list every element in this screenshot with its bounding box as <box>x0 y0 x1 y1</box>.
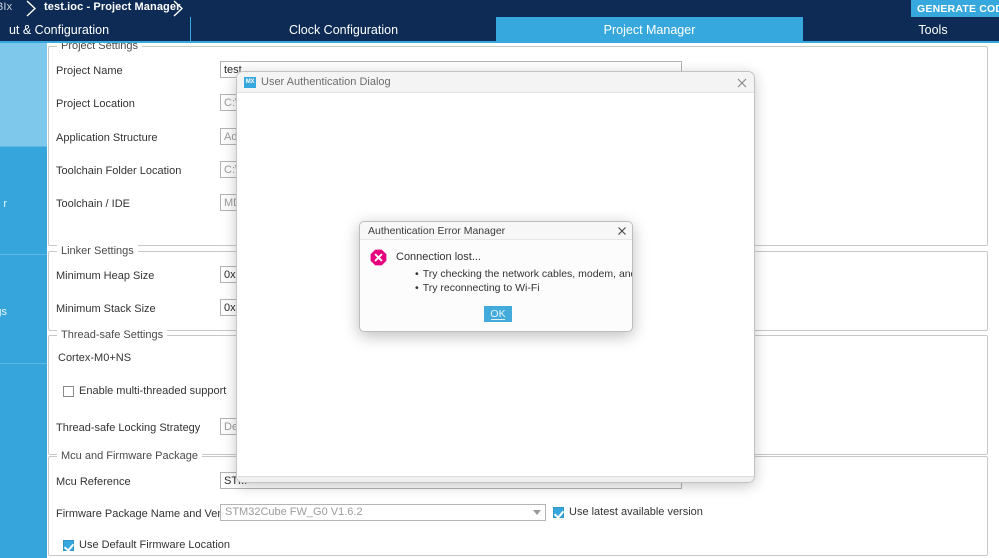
group-title-mcu-and-firmware-package: Mcu and Firmware Package <box>57 450 202 462</box>
label-mcu-reference: Mcu Reference <box>56 476 131 488</box>
group-title-linker-settings: Linker Settings <box>57 245 138 257</box>
error-message-text: Connection lost... <box>396 251 481 263</box>
auth-dialog-titlebar[interactable]: MX User Authentication Dialog <box>237 72 754 93</box>
checkbox-icon-use-default-location[interactable] <box>63 539 74 551</box>
error-dialog-titlebar[interactable]: Authentication Error Manager <box>360 222 632 240</box>
label-project-location: Project Location <box>56 98 135 110</box>
sidebar-item-code-generator[interactable]: r <box>0 146 47 254</box>
breadcrumb-app-name[interactable]: BIx <box>0 1 12 13</box>
label-thread-safe-locking-strategy: Thread-safe Locking Strategy <box>56 422 201 434</box>
checkbox-icon-enable-multithread[interactable] <box>63 385 74 397</box>
sidebar-item-label-1: r <box>3 198 7 210</box>
ok-button-underline <box>491 319 505 320</box>
auth-dialog-footer-strip <box>238 476 754 482</box>
error-suggestions-list: Try checking the network cables, modem, … <box>415 267 632 295</box>
chevron-down-icon <box>533 510 541 515</box>
main-tab-bar: ut & Configuration Clock Configuration P… <box>0 17 999 43</box>
label-application-structure: Application Structure <box>56 132 158 144</box>
error-suggestion-item: Try checking the network cables, modem, … <box>415 267 632 281</box>
auth-dialog-title: User Authentication Dialog <box>261 76 391 88</box>
app-logo-icon: MX <box>244 77 256 88</box>
chevron-right-icon <box>25 0 39 17</box>
ok-button-label: OK <box>490 307 506 320</box>
authentication-error-manager-dialog: Authentication Error Manager Connection … <box>359 221 633 332</box>
label-minimum-heap-size: Minimum Heap Size <box>56 270 155 282</box>
tab-clock-configuration[interactable]: Clock Configuration <box>191 17 496 41</box>
use-latest-available-version-label: Use latest available version <box>569 506 703 518</box>
enable-multithreaded-support-label: Enable multi-threaded support <box>79 385 227 397</box>
sidebar-item-advanced-settings[interactable]: gs <box>0 254 47 363</box>
core-name-label: Cortex-M0+NS <box>58 352 132 364</box>
close-icon[interactable] <box>615 224 629 238</box>
tab-tools[interactable]: Tools <box>803 17 999 41</box>
ok-button[interactable]: OK <box>484 306 512 322</box>
sidebar-item-extra[interactable] <box>0 363 47 558</box>
label-project-name: Project Name <box>56 65 123 77</box>
tab-project-manager[interactable]: Project Manager <box>497 17 802 41</box>
label-firmware-package-name-and-version: Firmware Package Name and Version <box>56 508 242 520</box>
generate-code-button[interactable]: GENERATE CODE <box>911 0 999 17</box>
error-octagon-icon <box>370 249 387 266</box>
use-default-firmware-location-checkbox-row[interactable]: Use Default Firmware Location <box>63 539 230 551</box>
group-title-project-settings: Project Settings <box>57 43 143 52</box>
chevron-right-icon-2 <box>172 0 186 17</box>
label-toolchain-ide: Toolchain / IDE <box>56 198 130 210</box>
sidebar-item-label-2: gs <box>0 306 7 318</box>
sidebar-item-project[interactable] <box>0 43 47 146</box>
breadcrumb-document[interactable]: test.ioc - Project Manager <box>44 1 180 13</box>
sidebar: r gs <box>0 43 47 558</box>
use-default-firmware-location-label: Use Default Firmware Location <box>79 539 231 551</box>
label-toolchain-folder-location: Toolchain Folder Location <box>56 165 182 177</box>
close-icon[interactable] <box>734 75 750 91</box>
firmware-package-version-combo[interactable]: STM32Cube FW_G0 V1.6.2 <box>220 504 546 521</box>
checkbox-icon-use-latest-version[interactable] <box>553 506 564 518</box>
tab-pinout-and-configuration[interactable]: ut & Configuration <box>0 17 190 41</box>
breadcrumb-bar: BIx test.ioc - Project Manager GENERATE … <box>0 0 999 17</box>
error-dialog-title: Authentication Error Manager <box>368 225 506 237</box>
firmware-package-version-value: STM32Cube FW_G0 V1.6.2 <box>225 506 363 518</box>
use-latest-available-version-checkbox-row[interactable]: Use latest available version <box>553 506 703 518</box>
error-suggestion-item: Try reconnecting to Wi-Fi <box>415 281 632 295</box>
label-minimum-stack-size: Minimum Stack Size <box>56 303 156 315</box>
enable-multithreaded-support-checkbox-row[interactable]: Enable multi-threaded support <box>63 385 226 397</box>
group-title-thread-safe-settings: Thread-safe Settings <box>57 329 168 341</box>
